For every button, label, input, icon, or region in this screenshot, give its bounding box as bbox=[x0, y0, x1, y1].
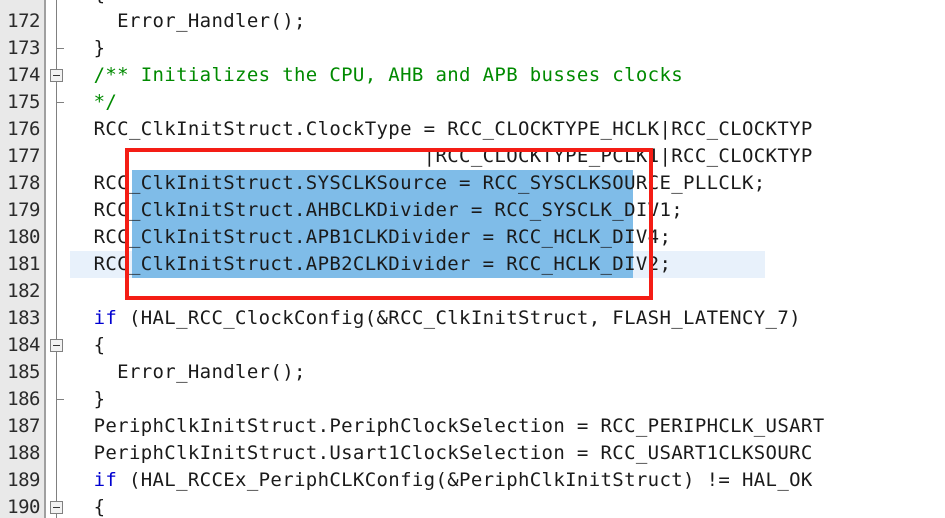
line-number-172: 172 bbox=[7, 10, 40, 32]
code-line-189[interactable]: if (HAL_RCCEx_PeriphCLKConfig(&PeriphClk… bbox=[70, 467, 813, 494]
token-plain: PeriphClkInitStruct.PeriphClockSelection… bbox=[70, 415, 825, 437]
line-number-182: 182 bbox=[7, 280, 40, 302]
line-number-187: 187 bbox=[7, 415, 40, 437]
token-plain: Error_Handler(); bbox=[70, 10, 306, 32]
line-number-177: 177 bbox=[7, 145, 40, 167]
line-number-180: 180 bbox=[7, 226, 40, 248]
line-number-175: 175 bbox=[7, 91, 40, 113]
line-number-174: 174 bbox=[7, 64, 40, 86]
token-plain: (HAL_RCC_ClockConfig(&RCC_ClkInitStruct,… bbox=[117, 307, 801, 329]
token-plain: { bbox=[70, 496, 106, 518]
token-plain: RCC_ClkInitStruct.ClockType = RCC_CLOCKT… bbox=[70, 118, 813, 140]
token-plain: } bbox=[70, 388, 106, 410]
line-number-186: 186 bbox=[7, 388, 40, 410]
line-number-185: 185 bbox=[7, 361, 40, 383]
code-line-186[interactable]: } bbox=[70, 386, 105, 413]
token-plain: } bbox=[70, 37, 106, 59]
token-plain: { bbox=[70, 0, 105, 5]
fold-end-tick-186 bbox=[56, 399, 64, 400]
fold-end-tick-175 bbox=[56, 102, 64, 103]
code-line-184[interactable]: { bbox=[70, 332, 105, 359]
code-line-179[interactable]: RCC_ClkInitStruct.AHBCLKDivider = RCC_SY… bbox=[70, 197, 683, 224]
token-keyword: if bbox=[93, 307, 118, 329]
fold-end-tick-173 bbox=[56, 48, 64, 49]
line-number-gutter[interactable]: 171 172 173 174 175 176 177 178 179 180 181 182 183 1… bbox=[0, 0, 44, 518]
code-line-185[interactable]: Error_Handler(); bbox=[70, 359, 306, 386]
token-plain: Error_Handler(); bbox=[70, 361, 306, 383]
fold-collapse-icon-184[interactable] bbox=[50, 339, 63, 352]
line-number-171: 171 bbox=[0, 0, 40, 8]
token-plain: RCC_ClkInitStruct.SYSCLKSource = RCC_SYS… bbox=[70, 172, 766, 194]
code-line-177[interactable]: |RCC_CLOCKTYPE_PCLK1|RCC_CLOCKTYP bbox=[70, 143, 813, 170]
code-folding-margin[interactable] bbox=[44, 0, 70, 518]
line-number-179: 179 bbox=[7, 199, 40, 221]
code-line-190[interactable]: { bbox=[70, 494, 105, 518]
code-line-174[interactable]: /** Initializes the CPU, AHB and APB bus… bbox=[70, 62, 683, 89]
token-plain: { bbox=[70, 334, 106, 356]
code-line-175[interactable]: */ bbox=[70, 89, 117, 116]
code-line-183[interactable]: if (HAL_RCC_ClockConfig(&RCC_ClkInitStru… bbox=[70, 305, 801, 332]
code-line-181[interactable]: RCC_ClkInitStruct.APB2CLKDivider = RCC_H… bbox=[70, 251, 671, 278]
line-number-183: 183 bbox=[7, 307, 40, 329]
code-line-180[interactable]: RCC_ClkInitStruct.APB1CLKDivider = RCC_H… bbox=[70, 224, 671, 251]
code-line-173[interactable]: } bbox=[70, 35, 105, 62]
line-number-184: 184 bbox=[7, 334, 40, 356]
code-line-178[interactable]: RCC_ClkInitStruct.SYSCLKSource = RCC_SYS… bbox=[70, 170, 766, 197]
fold-collapse-icon-174[interactable] bbox=[50, 69, 63, 82]
code-line-171[interactable]: { bbox=[70, 0, 105, 8]
line-number-181: 181 bbox=[7, 253, 40, 275]
token-comment: /** Initializes the CPU, AHB and APB bus… bbox=[70, 64, 684, 86]
line-number-188: 188 bbox=[7, 442, 40, 464]
code-line-188[interactable]: PeriphClkInitStruct.Usart1ClockSelection… bbox=[70, 440, 813, 467]
token-keyword: if bbox=[93, 469, 118, 491]
code-line-187[interactable]: PeriphClkInitStruct.PeriphClockSelection… bbox=[70, 413, 825, 440]
token-plain: |RCC_CLOCKTYPE_PCLK1|RCC_CLOCKTYP bbox=[70, 145, 813, 167]
code-editor[interactable]: { Error_Handler(); } /** Initializes the… bbox=[0, 0, 945, 518]
code-text-area[interactable]: { Error_Handler(); } /** Initializes the… bbox=[70, 0, 945, 518]
fold-collapse-icon-190[interactable] bbox=[50, 501, 63, 514]
gutter-separator bbox=[44, 0, 46, 518]
code-line-172[interactable]: Error_Handler(); bbox=[70, 8, 306, 35]
token-comment: */ bbox=[70, 91, 118, 113]
line-number-173: 173 bbox=[7, 37, 40, 59]
line-number-189: 189 bbox=[7, 469, 40, 491]
token-plain: RCC_ClkInitStruct.APB1CLKDivider = RCC_H… bbox=[70, 226, 672, 248]
line-number-178: 178 bbox=[7, 172, 40, 194]
line-number-190: 190 bbox=[7, 496, 40, 518]
token-plain: RCC_ClkInitStruct.APB2CLKDivider = RCC_H… bbox=[70, 253, 672, 275]
token-plain: PeriphClkInitStruct.Usart1ClockSelection… bbox=[70, 442, 813, 464]
token-plain: RCC_ClkInitStruct.AHBCLKDivider = RCC_SY… bbox=[70, 199, 684, 221]
code-line-176[interactable]: RCC_ClkInitStruct.ClockType = RCC_CLOCKT… bbox=[70, 116, 813, 143]
token-plain: (HAL_RCCEx_PeriphCLKConfig(&PeriphClkIni… bbox=[117, 469, 813, 491]
line-number-176: 176 bbox=[7, 118, 40, 140]
